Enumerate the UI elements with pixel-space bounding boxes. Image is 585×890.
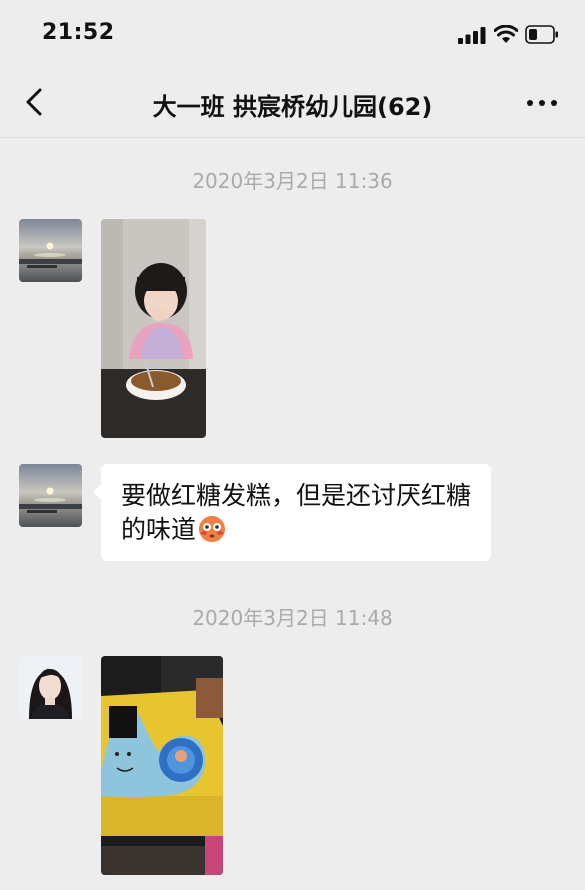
cellular-signal-icon bbox=[458, 27, 486, 44]
timestamp: 2020年3月2日 11:48 bbox=[192, 606, 393, 630]
battery-icon bbox=[525, 25, 558, 44]
bubble-tail bbox=[93, 484, 101, 500]
flushed-face-emoji-icon bbox=[199, 516, 226, 542]
sender-avatar[interactable] bbox=[19, 464, 82, 527]
status-time: 21:52 bbox=[42, 20, 115, 45]
more-options-icon[interactable] bbox=[522, 86, 562, 120]
chat-photo[interactable] bbox=[101, 656, 223, 875]
chat-photo[interactable] bbox=[101, 219, 206, 438]
sender-avatar[interactable] bbox=[19, 219, 82, 282]
chat-title: 大一班 拱宸桥幼儿园(62) bbox=[152, 93, 433, 121]
sender-avatar[interactable] bbox=[19, 656, 82, 719]
wifi-icon bbox=[494, 25, 518, 43]
message-text: 要做红糖发糕，但是还讨厌红糖的味道 bbox=[121, 481, 472, 544]
message-bubble[interactable]: 要做红糖发糕，但是还讨厌红糖的味道 bbox=[93, 464, 491, 561]
timestamp: 2020年3月2日 11:36 bbox=[192, 169, 393, 193]
nav-bar: 大一班 拱宸桥幼儿园(62) bbox=[0, 70, 585, 138]
status-bar: 21:52 bbox=[0, 0, 585, 70]
